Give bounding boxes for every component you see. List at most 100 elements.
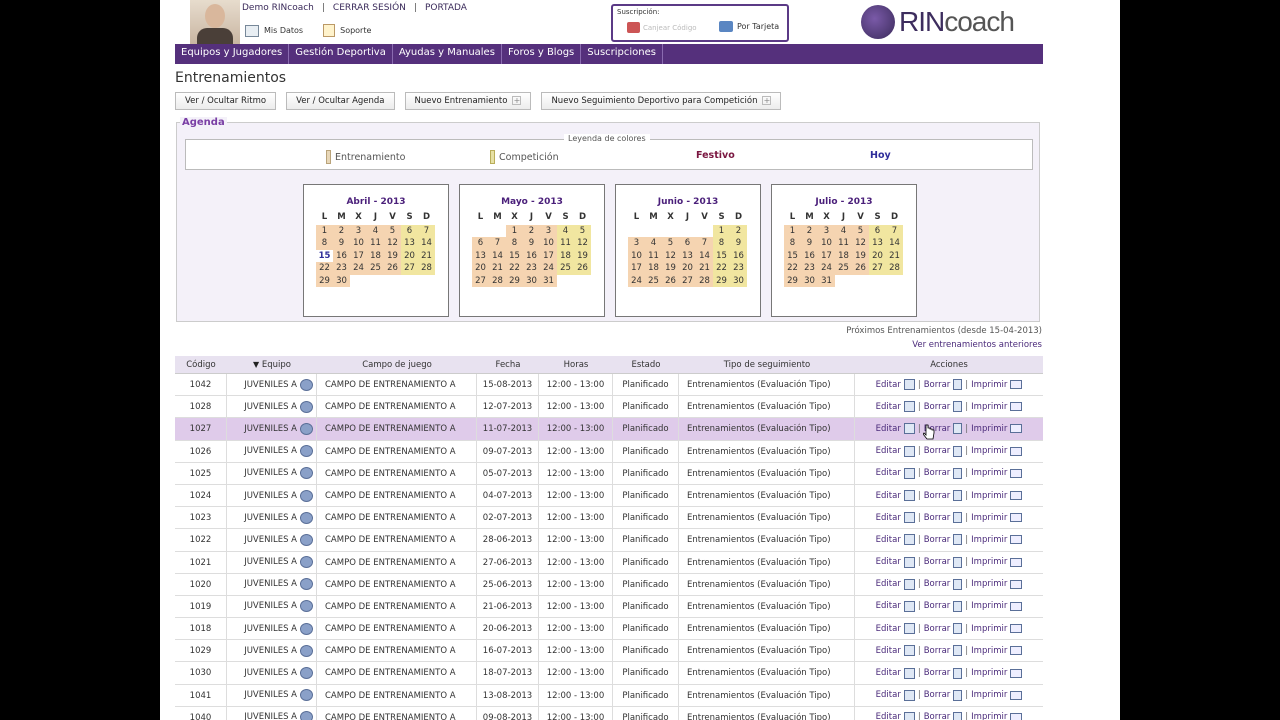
- table-row[interactable]: 1023 JUVENILES A CAMPO DE ENTRENAMIENTO A0…: [175, 507, 1043, 530]
- edit-link[interactable]: Editar: [876, 446, 901, 456]
- print-link[interactable]: Imprimir: [971, 468, 1007, 478]
- calendar-day[interactable]: 9: [523, 237, 540, 250]
- print-link[interactable]: Imprimir: [971, 579, 1007, 589]
- delete-link[interactable]: Borrar: [924, 557, 951, 567]
- team-icon[interactable]: [300, 711, 313, 720]
- calendar-day[interactable]: 24: [540, 262, 557, 275]
- calendar-day[interactable]: 23: [333, 262, 350, 275]
- col-estado[interactable]: Estado: [613, 356, 679, 373]
- print-icon[interactable]: [1010, 535, 1023, 545]
- table-row[interactable]: 1029 JUVENILES A CAMPO DE ENTRENAMIENTO A1…: [175, 640, 1043, 663]
- calendar-day[interactable]: 11: [557, 237, 574, 250]
- team-icon[interactable]: [300, 378, 313, 391]
- trash-icon[interactable]: [953, 711, 963, 720]
- col-campo[interactable]: Campo de juego: [317, 356, 477, 373]
- table-row[interactable]: 1028 JUVENILES A CAMPO DE ENTRENAMIENTO A1…: [175, 396, 1043, 419]
- calendar-day[interactable]: 27: [869, 262, 886, 275]
- edit-icon[interactable]: [903, 578, 915, 590]
- calendar-day[interactable]: 28: [489, 274, 506, 287]
- calendar-day[interactable]: 5: [662, 237, 679, 250]
- delete-link[interactable]: Borrar: [924, 402, 951, 412]
- col-equipo[interactable]: ▼ Equipo: [227, 356, 317, 373]
- calendar-day[interactable]: 24: [628, 274, 645, 287]
- calendar-day[interactable]: 5: [852, 224, 869, 237]
- calendar-day[interactable]: 12: [662, 249, 679, 262]
- calendar-day[interactable]: 11: [367, 237, 384, 250]
- nav-item[interactable]: Foros y Blogs: [502, 44, 582, 64]
- calendar-day[interactable]: 16: [523, 249, 540, 262]
- calendar-day[interactable]: 7: [489, 237, 506, 250]
- edit-icon[interactable]: [903, 490, 915, 502]
- calendar-day[interactable]: 2: [523, 224, 540, 237]
- delete-link[interactable]: Borrar: [924, 446, 951, 456]
- calendar-day[interactable]: 8: [784, 237, 801, 250]
- calendar-day[interactable]: 7: [418, 224, 435, 237]
- calendar-day[interactable]: 23: [730, 262, 747, 275]
- calendar-day[interactable]: 2: [333, 224, 350, 237]
- delete-link[interactable]: Borrar: [924, 468, 951, 478]
- calendar-day[interactable]: 8: [506, 237, 523, 250]
- calendar-day[interactable]: 27: [401, 262, 418, 275]
- table-row[interactable]: 1018 JUVENILES A CAMPO DE ENTRENAMIENTO A2…: [175, 618, 1043, 641]
- calendar-day[interactable]: 17: [350, 249, 367, 262]
- delete-link[interactable]: Borrar: [924, 624, 951, 634]
- delete-link[interactable]: Borrar: [924, 535, 951, 545]
- edit-link[interactable]: Editar: [876, 468, 901, 478]
- print-link[interactable]: Imprimir: [971, 646, 1007, 656]
- col-horas[interactable]: Horas: [539, 356, 613, 373]
- calendar-day[interactable]: 15: [784, 249, 801, 262]
- calendar-day[interactable]: 25: [557, 262, 574, 275]
- ver-anteriores-link[interactable]: Ver entrenamientos anteriores: [912, 340, 1042, 350]
- delete-link[interactable]: Borrar: [924, 646, 951, 656]
- print-icon[interactable]: [1010, 491, 1023, 501]
- table-row[interactable]: 1041 JUVENILES A CAMPO DE ENTRENAMIENTO A1…: [175, 684, 1043, 707]
- calendar-day[interactable]: 10: [540, 237, 557, 250]
- calendar-day[interactable]: 5: [574, 224, 591, 237]
- calendar-day[interactable]: 22: [713, 262, 730, 275]
- col-fecha[interactable]: Fecha: [477, 356, 539, 373]
- print-link[interactable]: Imprimir: [971, 380, 1007, 390]
- calendar-day[interactable]: 23: [801, 262, 818, 275]
- calendar-day[interactable]: 9: [333, 237, 350, 250]
- team-icon[interactable]: [300, 578, 313, 591]
- nav-item[interactable]: Gestión Deportiva: [289, 44, 393, 64]
- calendar-day[interactable]: 19: [662, 262, 679, 275]
- trash-icon[interactable]: [953, 379, 963, 391]
- print-icon[interactable]: [1010, 557, 1023, 567]
- calendar-day[interactable]: 31: [818, 274, 835, 287]
- mis-datos-link[interactable]: Mis Datos: [245, 24, 303, 37]
- calendar-day[interactable]: 29: [784, 274, 801, 287]
- calendar-day[interactable]: 16: [801, 249, 818, 262]
- trash-icon[interactable]: [953, 556, 963, 568]
- delete-link[interactable]: Borrar: [924, 513, 951, 523]
- delete-link[interactable]: Borrar: [924, 668, 951, 678]
- print-icon[interactable]: [1010, 601, 1023, 611]
- edit-icon[interactable]: [903, 467, 915, 479]
- calendar-day[interactable]: 30: [333, 274, 350, 287]
- col-codigo[interactable]: Código: [175, 356, 227, 373]
- trash-icon[interactable]: [953, 667, 963, 679]
- calendar-day[interactable]: 18: [645, 262, 662, 275]
- logout-link[interactable]: CERRAR SESIÓN: [333, 3, 406, 13]
- calendar-day[interactable]: 4: [367, 224, 384, 237]
- table-row[interactable]: 1026 JUVENILES A CAMPO DE ENTRENAMIENTO A0…: [175, 440, 1043, 463]
- calendar-day[interactable]: 28: [886, 262, 903, 275]
- edit-icon[interactable]: [903, 667, 915, 679]
- trash-icon[interactable]: [953, 600, 963, 612]
- trash-icon[interactable]: [953, 623, 963, 635]
- team-icon[interactable]: [300, 400, 313, 413]
- calendar-day[interactable]: 6: [401, 224, 418, 237]
- calendar-day[interactable]: 10: [818, 237, 835, 250]
- team-icon[interactable]: [300, 622, 313, 635]
- team-icon[interactable]: [300, 467, 313, 480]
- calendar-day[interactable]: 25: [645, 274, 662, 287]
- calendar-day[interactable]: 8: [713, 237, 730, 250]
- toggle-agenda-button[interactable]: Ver / Ocultar Agenda: [286, 92, 395, 110]
- trash-icon[interactable]: [953, 645, 963, 657]
- calendar-day[interactable]: 13: [401, 237, 418, 250]
- calendar-day[interactable]: 17: [628, 262, 645, 275]
- calendar-day[interactable]: 15: [506, 249, 523, 262]
- edit-icon[interactable]: [903, 645, 915, 657]
- por-tarjeta-button[interactable]: Por Tarjeta: [719, 21, 779, 32]
- print-link[interactable]: Imprimir: [971, 601, 1007, 611]
